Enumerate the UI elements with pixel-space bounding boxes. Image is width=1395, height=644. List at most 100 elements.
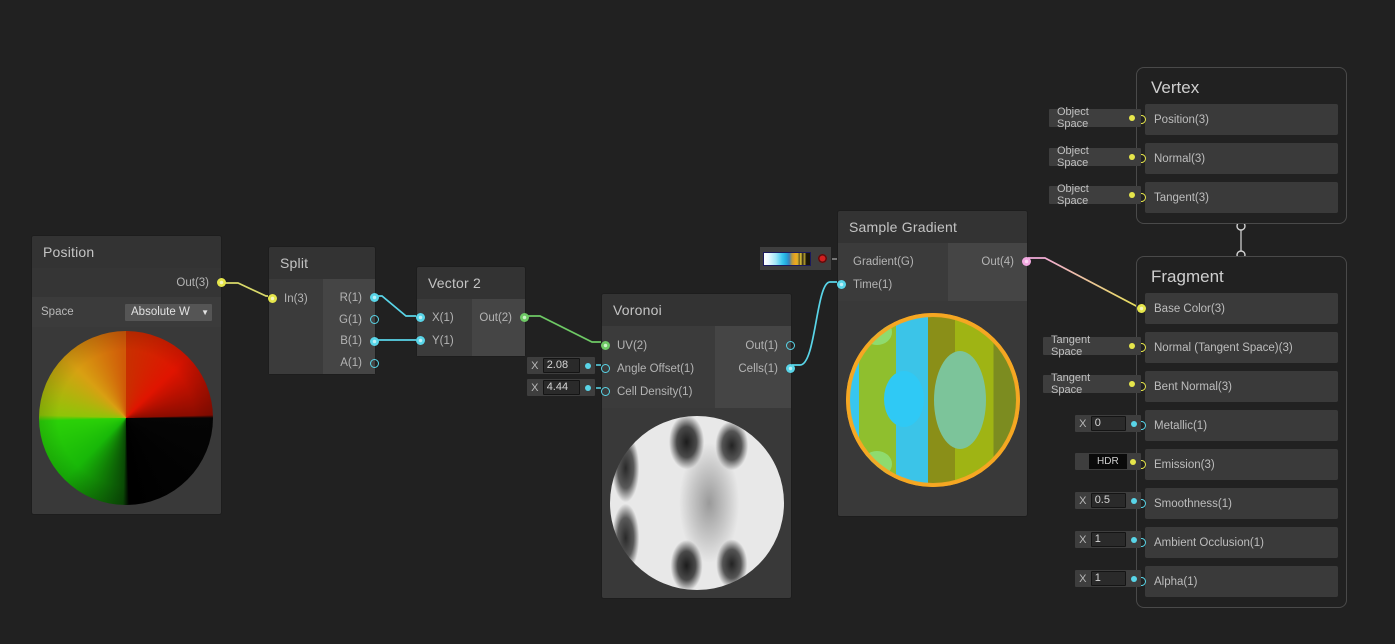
smoothness-value[interactable]: 0.5 bbox=[1090, 493, 1127, 508]
split-out-row: G(1) bbox=[339, 309, 379, 331]
fragment-normal-space-chip[interactable]: Tangent Space bbox=[1043, 334, 1141, 358]
voronoi-cell-density-port[interactable] bbox=[601, 387, 610, 396]
vertex-position-chip-port[interactable] bbox=[1129, 115, 1135, 121]
vector2-y-label: Y(1) bbox=[432, 334, 454, 347]
node-split[interactable]: Split In(3) R(1) G(1) B(1) A(1) bbox=[268, 247, 379, 374]
vertex-block-position[interactable]: Position(3) bbox=[1137, 104, 1338, 135]
vertex-normal-space-chip[interactable]: Object Space bbox=[1049, 145, 1141, 169]
shader-graph-canvas[interactable]: Position Out(3) Space Absolute W ▼ Split… bbox=[0, 0, 1395, 644]
sample-gradient-preview-sphere bbox=[846, 313, 1020, 487]
voronoi-cells-port[interactable] bbox=[786, 364, 795, 373]
vector2-in-row: Y(1) bbox=[416, 329, 472, 352]
voronoi-in-row: Cell Density(1) bbox=[601, 380, 715, 403]
split-out-r-port[interactable] bbox=[370, 293, 379, 303]
space-dropdown[interactable]: Absolute W ▼ bbox=[125, 303, 212, 321]
vertex-tangent-space-value: Object Space bbox=[1057, 183, 1089, 207]
vertex-position-space-chip[interactable]: Object Space bbox=[1049, 106, 1141, 130]
fragment-block-alpha[interactable]: Alpha(1) bbox=[1137, 566, 1338, 597]
voronoi-uv-port[interactable] bbox=[601, 341, 610, 350]
node-vector2[interactable]: Vector 2 X(1) Y(1) Out(2) bbox=[416, 267, 529, 356]
fragment-alpha-field[interactable]: X 1 bbox=[1075, 570, 1141, 587]
sg-gradient-port[interactable] bbox=[837, 257, 846, 266]
vertex-block-tangent[interactable]: Tangent(3) bbox=[1137, 182, 1338, 213]
voronoi-out-row: Out(1) bbox=[745, 334, 795, 357]
sg-time-port[interactable] bbox=[837, 280, 846, 289]
edge-voronoi-cells-to-time bbox=[782, 281, 845, 366]
fragment-block-bent-normal[interactable]: Bent Normal(3) bbox=[1137, 371, 1338, 402]
fragment-base-color-port[interactable] bbox=[1137, 304, 1146, 313]
ao-port-dot[interactable] bbox=[1131, 536, 1137, 543]
fragment-emission-field[interactable]: HDR bbox=[1075, 453, 1141, 470]
voronoi-out-row: Cells(1) bbox=[738, 357, 795, 380]
fragment-block-smoothness[interactable]: Smoothness(1) bbox=[1137, 488, 1338, 519]
vector2-x-port[interactable] bbox=[416, 313, 425, 322]
sg-out-port[interactable] bbox=[1022, 257, 1031, 266]
split-out-g-port[interactable] bbox=[370, 315, 379, 325]
voronoi-out-port[interactable] bbox=[786, 341, 795, 350]
cell-density-port[interactable] bbox=[585, 384, 591, 391]
gradient-swatch-field[interactable] bbox=[760, 247, 831, 270]
fragment-ao-field[interactable]: X 1 bbox=[1075, 531, 1141, 548]
voronoi-preview-sphere bbox=[610, 416, 784, 590]
ao-value[interactable]: 1 bbox=[1090, 532, 1127, 547]
emission-hdr-badge[interactable]: HDR bbox=[1089, 454, 1127, 469]
gradient-record-dot-icon[interactable] bbox=[818, 254, 827, 263]
voronoi-angle-offset-port[interactable] bbox=[601, 364, 610, 373]
fragment-bent-normal-space-chip[interactable]: Tangent Space bbox=[1043, 372, 1141, 396]
alpha-axis: X bbox=[1079, 572, 1087, 585]
position-out-port[interactable] bbox=[217, 278, 226, 287]
split-in-port[interactable] bbox=[268, 294, 277, 303]
cell-density-value[interactable]: 4.44 bbox=[542, 380, 581, 395]
cell-density-axis: X bbox=[531, 381, 539, 394]
split-out-a: A(1) bbox=[340, 357, 362, 370]
vector2-in-row: X(1) bbox=[416, 306, 472, 329]
fragment-normal-chip-port[interactable] bbox=[1129, 343, 1135, 349]
angle-offset-value[interactable]: 2.08 bbox=[542, 358, 581, 373]
fragment-title: Fragment bbox=[1151, 267, 1224, 286]
vertex-tangent-space-chip[interactable]: Object Space bbox=[1049, 183, 1141, 207]
stack-vertex[interactable]: Vertex Position(3) Normal(3) Tangent(3) bbox=[1136, 67, 1347, 224]
sg-out-label: Out(4) bbox=[981, 255, 1014, 268]
sg-out-row: Out(4) bbox=[981, 250, 1031, 273]
vector2-out-label: Out(2) bbox=[479, 311, 512, 324]
fragment-block-emission[interactable]: Emission(3) bbox=[1137, 449, 1338, 480]
vertex-block-normal[interactable]: Normal(3) bbox=[1137, 143, 1338, 174]
fragment-bent-normal-chip-port[interactable] bbox=[1129, 381, 1135, 387]
vertex-normal-chip-port[interactable] bbox=[1129, 154, 1135, 160]
alpha-value[interactable]: 1 bbox=[1090, 571, 1127, 586]
alpha-port-dot[interactable] bbox=[1131, 575, 1137, 582]
fragment-block-base-color[interactable]: Base Color(3) bbox=[1137, 293, 1338, 324]
vector2-out-port[interactable] bbox=[520, 313, 529, 322]
fragment-block-normal[interactable]: Normal (Tangent Space)(3) bbox=[1137, 332, 1338, 363]
sample-gradient-preview bbox=[838, 301, 1027, 516]
fragment-smoothness-field[interactable]: X 0.5 bbox=[1075, 492, 1141, 509]
split-out-a-port[interactable] bbox=[370, 358, 379, 368]
split-out-g: G(1) bbox=[339, 313, 362, 326]
node-sample-gradient[interactable]: Sample Gradient Gradient(G) Time(1) Out(… bbox=[837, 211, 1031, 516]
stack-fragment[interactable]: Fragment Base Color(3) Normal (Tangent S… bbox=[1136, 256, 1347, 608]
voronoi-cell-density-field[interactable]: X 4.44 bbox=[527, 379, 595, 396]
node-voronoi[interactable]: Voronoi UV(2) Angle Offset(1) Cell Densi… bbox=[601, 294, 795, 598]
gradient-swatch[interactable] bbox=[763, 251, 811, 266]
fragment-normal-space-value: Tangent Space bbox=[1051, 334, 1091, 358]
smoothness-port-dot[interactable] bbox=[1131, 497, 1137, 504]
emission-port-dot[interactable] bbox=[1130, 458, 1136, 465]
fragment-metallic-field[interactable]: X 0 bbox=[1075, 415, 1141, 432]
voronoi-cells-label: Cells(1) bbox=[738, 362, 778, 375]
node-position[interactable]: Position Out(3) Space Absolute W ▼ bbox=[32, 236, 226, 514]
voronoi-angle-offset-field[interactable]: X 2.08 bbox=[527, 357, 595, 374]
sg-in-row: Gradient(G) bbox=[838, 250, 948, 273]
node-sample-gradient-title: Sample Gradient bbox=[838, 211, 1027, 243]
angle-offset-port[interactable] bbox=[585, 362, 591, 369]
metallic-port-dot[interactable] bbox=[1131, 420, 1137, 427]
metallic-value[interactable]: 0 bbox=[1090, 416, 1127, 431]
vector2-y-port[interactable] bbox=[416, 336, 425, 345]
vertex-tangent-chip-port[interactable] bbox=[1129, 192, 1135, 198]
fragment-block-ao[interactable]: Ambient Occlusion(1) bbox=[1137, 527, 1338, 558]
voronoi-out-label: Out(1) bbox=[745, 339, 778, 352]
voronoi-preview bbox=[602, 408, 791, 598]
sg-sphere-rim bbox=[846, 313, 1020, 487]
fragment-metallic-label: Metallic(1) bbox=[1154, 419, 1208, 432]
fragment-block-metallic[interactable]: Metallic(1) bbox=[1137, 410, 1338, 441]
split-out-b-port[interactable] bbox=[370, 336, 379, 346]
